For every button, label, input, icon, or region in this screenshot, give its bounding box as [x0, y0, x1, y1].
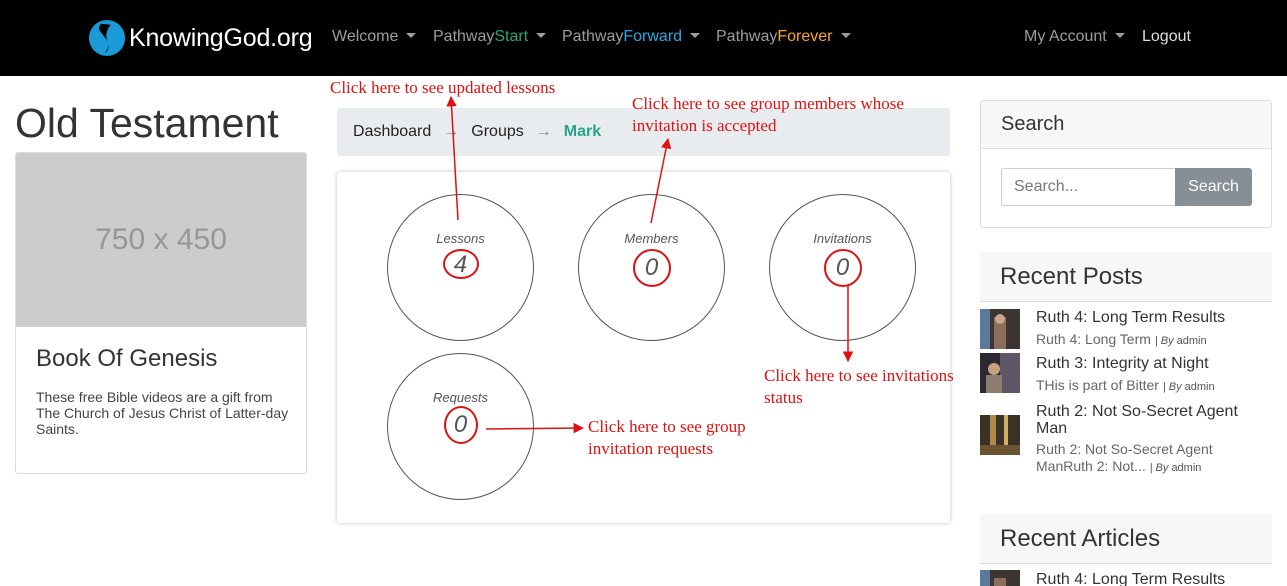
- requests-circle[interactable]: Requests 0: [387, 353, 534, 500]
- post-excerpt-text: THis is part of Bitter: [1036, 377, 1159, 393]
- caret-down-icon: [1114, 33, 1125, 38]
- annotation-members-line-1: Click here to see group members whose: [632, 94, 904, 113]
- nav-my-account-label: My Account: [1024, 28, 1107, 45]
- members-count[interactable]: 0: [632, 249, 671, 287]
- post-title[interactable]: Ruth 2: Not So-Secret Agent Man: [1036, 403, 1246, 437]
- post-by-label: | By: [1154, 335, 1174, 347]
- breadcrumb-separator: →: [535, 123, 552, 140]
- nav-pathway-forever[interactable]: PathwayForever: [716, 28, 851, 46]
- search-widget: Search Search: [980, 100, 1272, 228]
- invitations-label: Invitations: [813, 231, 872, 246]
- caret-down-icon: [690, 33, 701, 38]
- caret-down-icon: [536, 33, 547, 38]
- requests-label: Requests: [433, 390, 488, 405]
- post-author: admin: [1184, 381, 1215, 393]
- requests-count[interactable]: 0: [443, 406, 478, 444]
- nav-pathway-forever-suffix: Forever: [777, 28, 833, 45]
- card-image-placeholder[interactable]: 750 x 450: [16, 153, 306, 327]
- card-text: These free Bible videos are a gift from …: [36, 389, 289, 437]
- post-author: admin: [1171, 462, 1202, 474]
- card-title[interactable]: Book Of Genesis: [36, 345, 217, 373]
- members-circle[interactable]: Members 0: [578, 194, 725, 341]
- post-author: admin: [1176, 335, 1207, 347]
- nav-pathway-forward-prefix: Pathway: [562, 28, 624, 45]
- breadcrumb-current: Mark: [563, 123, 602, 140]
- breadcrumb-groups[interactable]: Groups: [471, 123, 523, 141]
- annotation-invitations-line-2: status: [764, 388, 803, 407]
- post-title[interactable]: Ruth 4: Long Term Results: [1036, 309, 1246, 326]
- nav-pathway-forward-suffix: Forward: [623, 28, 683, 45]
- nav-welcome-label: Welcome: [332, 28, 399, 45]
- post-excerpt-text: Ruth 4: Long Term: [1036, 331, 1151, 347]
- post-excerpt-text: ManRuth 2: Not...: [1036, 458, 1146, 474]
- nav-logout[interactable]: Logout: [1142, 28, 1191, 46]
- nav-my-account[interactable]: My Account: [1024, 28, 1125, 46]
- annotation-invitations-line-1: Click here to see invitations: [764, 366, 954, 385]
- knowinggod-logo-icon: [88, 19, 126, 57]
- annotation-members-line-2: invitation is accepted: [632, 116, 777, 135]
- caret-down-icon: [406, 33, 417, 38]
- annotation-requests-line-2: invitation requests: [588, 439, 714, 458]
- search-widget-body: Search: [981, 149, 1271, 227]
- nav-pathway-forward[interactable]: PathwayForward: [562, 28, 701, 46]
- annotation-members: Click here to see group members whose in…: [632, 93, 904, 137]
- post-by: | By admin: [1150, 462, 1202, 474]
- post-thumbnail-image[interactable]: [980, 415, 1020, 455]
- book-card: 750 x 450 Book Of Genesis These free Bib…: [15, 152, 307, 474]
- annotation-requests: Click here to see group invitation reque…: [588, 416, 746, 460]
- search-input[interactable]: [1001, 168, 1175, 206]
- annotation-lessons: Click here to see updated lessons: [330, 78, 556, 97]
- nav-pathway-start[interactable]: PathwayStart: [433, 28, 547, 46]
- brand-logo[interactable]: KnowingGod.org: [88, 18, 313, 58]
- post-excerpt-line-2: ManRuth 2: Not... | By admin: [1036, 458, 1246, 477]
- lessons-label: Lessons: [436, 231, 485, 246]
- post-by-label: | By: [1162, 381, 1182, 393]
- article-title[interactable]: Ruth 4: Long Term Results: [1036, 571, 1246, 586]
- page-title: Old Testament: [15, 100, 279, 146]
- post-thumbnail-image[interactable]: [980, 309, 1020, 349]
- post-excerpt: Ruth 4: Long Term | By admin: [1036, 331, 1246, 350]
- top-navbar: KnowingGod.org Welcome PathwayStart Path…: [0, 0, 1287, 76]
- nav-welcome[interactable]: Welcome: [332, 28, 417, 46]
- invitations-count[interactable]: 0: [823, 249, 862, 287]
- post-by-label: | By: [1149, 462, 1169, 474]
- nav-pathway-start-prefix: Pathway: [433, 28, 495, 45]
- recent-posts-title: Recent Posts: [980, 252, 1272, 302]
- post-excerpt: THis is part of Bitter | By admin: [1036, 377, 1246, 396]
- lessons-circle[interactable]: Lessons 4: [387, 194, 534, 341]
- members-label: Members: [624, 231, 679, 246]
- post-excerpt-line-1: Ruth 2: Not So-Secret Agent: [1036, 441, 1213, 457]
- breadcrumb-separator: →: [443, 123, 460, 140]
- post-thumbnail-image[interactable]: [980, 353, 1020, 393]
- group-stats-panel: Lessons 4 Members 0 Invitations 0 Reques…: [337, 172, 950, 523]
- search-button[interactable]: Search: [1175, 168, 1252, 206]
- lessons-count[interactable]: 4: [442, 249, 479, 279]
- nav-pathway-start-suffix: Start: [494, 28, 529, 45]
- article-thumbnail-image[interactable]: [980, 570, 1020, 586]
- caret-down-icon: [840, 33, 851, 38]
- brand-name: KnowingGod.org: [129, 23, 313, 52]
- recent-articles-title: Recent Articles: [980, 514, 1272, 564]
- breadcrumb-dashboard[interactable]: Dashboard: [353, 123, 431, 141]
- annotation-requests-line-1: Click here to see group: [588, 417, 746, 436]
- search-widget-title: Search: [981, 101, 1271, 149]
- nav-pathway-forever-prefix: Pathway: [716, 28, 778, 45]
- annotation-invitations: Click here to see invitations status: [764, 365, 954, 409]
- post-title[interactable]: Ruth 3: Integrity at Night: [1036, 355, 1246, 372]
- post-by: | By admin: [1155, 335, 1207, 347]
- invitations-circle[interactable]: Invitations 0: [769, 194, 916, 341]
- post-by: | By admin: [1163, 381, 1215, 393]
